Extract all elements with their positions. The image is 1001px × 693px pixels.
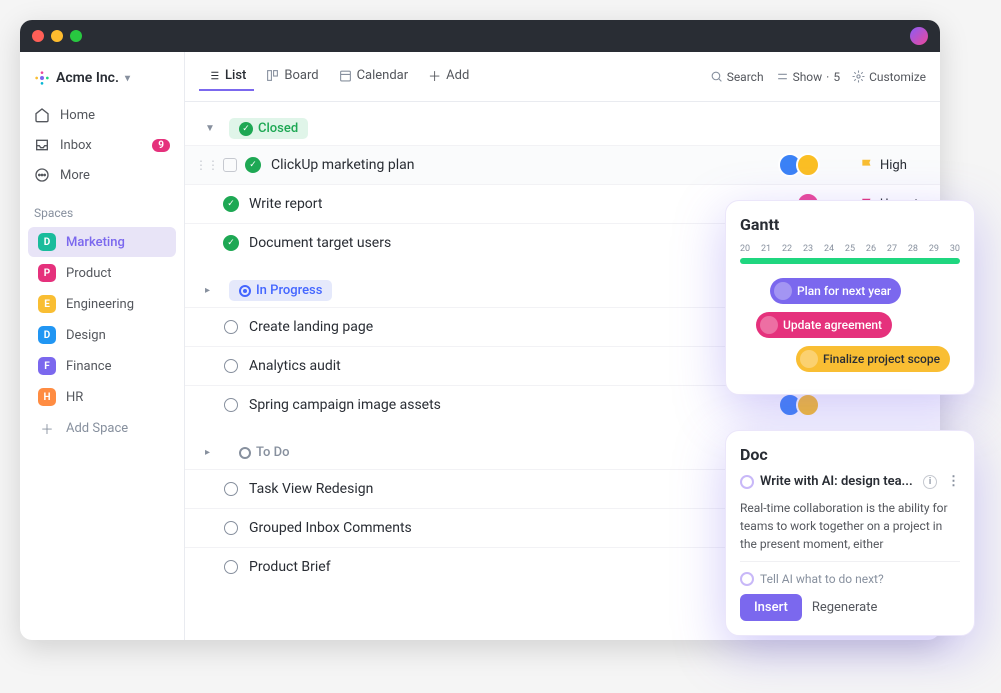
gantt-panel: Gantt 2021222324252627282930 Plan for ne…: [725, 200, 975, 395]
gear-icon: [852, 70, 865, 83]
sidebar: Acme Inc. ▾ Home Inbox 9 More Spaces D Ma…: [20, 52, 185, 640]
sliders-icon: [776, 70, 789, 83]
space-label: Finance: [66, 359, 111, 374]
logo-icon: [34, 70, 50, 86]
flag-icon: [860, 158, 874, 172]
spaces-label: Spaces: [20, 190, 184, 226]
priority-cell[interactable]: High: [860, 158, 930, 173]
tab-calendar[interactable]: Calendar: [331, 62, 417, 91]
avatar: [800, 350, 818, 368]
task-name: Product Brief: [249, 559, 802, 575]
search-button[interactable]: Search: [710, 70, 764, 84]
customize-button[interactable]: Customize: [852, 70, 926, 84]
status-pill[interactable]: In Progress: [229, 280, 332, 301]
tab-board[interactable]: Board: [258, 62, 326, 91]
sidebar-space-finance[interactable]: F Finance: [28, 351, 176, 381]
space-chip-icon: E: [38, 295, 56, 313]
nav-more[interactable]: More: [20, 160, 184, 190]
task-name: Analytics audit: [249, 358, 784, 374]
space-chip-icon: F: [38, 357, 56, 375]
chevron-down-icon: ▾: [125, 73, 130, 84]
task-name: Write report: [249, 196, 802, 212]
insert-button[interactable]: Insert: [740, 594, 802, 621]
gantt-bar[interactable]: Plan for next year: [770, 278, 901, 304]
info-icon[interactable]: i: [923, 475, 937, 489]
tab-list[interactable]: List: [199, 62, 254, 91]
task-name: Document target users: [249, 235, 784, 251]
collapse-icon[interactable]: ▼: [205, 123, 221, 134]
ai-prompt-input[interactable]: Tell AI what to do next?: [740, 561, 960, 594]
sidebar-space-marketing[interactable]: D Marketing: [28, 227, 176, 257]
gantt-title: Gantt: [740, 215, 960, 234]
collapse-icon[interactable]: ▸: [205, 447, 221, 458]
task-name: Create landing page: [249, 319, 802, 335]
more-icon[interactable]: ⋮: [947, 474, 960, 489]
task-name: ClickUp marketing plan: [271, 157, 784, 173]
avatar: [760, 316, 778, 334]
space-label: Engineering: [66, 297, 134, 312]
tab-add-view[interactable]: ＋ Add: [420, 60, 477, 93]
inbox-badge: 9: [152, 139, 170, 152]
status-group-header[interactable]: ▼ ✓Closed: [185, 112, 940, 145]
workspace-switcher[interactable]: Acme Inc. ▾: [20, 64, 184, 100]
board-icon: [266, 69, 279, 82]
space-chip-icon: H: [38, 388, 56, 406]
ai-icon: [740, 572, 754, 586]
view-toolbar: List Board Calendar ＋ Add Sear: [185, 52, 940, 102]
sidebar-space-hr[interactable]: H HR: [28, 382, 176, 412]
avatar[interactable]: [796, 393, 820, 417]
nav-home[interactable]: Home: [20, 100, 184, 130]
maximize-window-button[interactable]: [70, 30, 82, 42]
user-avatar[interactable]: [910, 27, 928, 45]
task-name: Grouped Inbox Comments: [249, 520, 784, 536]
space-label: Marketing: [66, 235, 125, 250]
sidebar-space-design[interactable]: D Design: [28, 320, 176, 350]
space-chip-icon: D: [38, 233, 56, 251]
space-chip-icon: P: [38, 264, 56, 282]
avatar[interactable]: [796, 153, 820, 177]
minimize-window-button[interactable]: [51, 30, 63, 42]
home-icon: [34, 107, 50, 123]
gantt-bar[interactable]: Update agreement: [756, 312, 892, 338]
gantt-bar[interactable]: Finalize project scope: [796, 346, 950, 372]
doc-ai-title: Write with AI: design tea...: [760, 474, 913, 489]
sidebar-space-product[interactable]: P Product: [28, 258, 176, 288]
task-name: Task View Redesign: [249, 481, 802, 497]
avatar: [774, 282, 792, 300]
close-window-button[interactable]: [32, 30, 44, 42]
plus-icon: ＋: [38, 419, 56, 438]
calendar-icon: [339, 69, 352, 82]
gantt-timeline: 2021222324252627282930: [740, 244, 960, 254]
gantt-progress-track: [740, 258, 960, 264]
show-button[interactable]: Show · 5: [776, 70, 841, 84]
status-pill[interactable]: ✓Closed: [229, 118, 308, 139]
collapse-icon[interactable]: ▸: [205, 285, 221, 296]
sidebar-space-engineering[interactable]: E Engineering: [28, 289, 176, 319]
task-checkbox[interactable]: [223, 158, 237, 172]
more-icon: [34, 167, 50, 183]
regenerate-button[interactable]: Regenerate: [812, 594, 878, 621]
space-chip-icon: D: [38, 326, 56, 344]
status-pill[interactable]: To Do: [229, 442, 300, 463]
drag-handle-icon[interactable]: ⋮⋮: [195, 158, 219, 172]
titlebar: [20, 20, 940, 52]
task-name: Spring campaign image assets: [249, 397, 784, 413]
doc-panel: Doc Write with AI: design tea... i ⋮ Rea…: [725, 430, 975, 636]
doc-body: Real-time collaboration is the ability f…: [740, 499, 960, 553]
traffic-lights: [32, 30, 82, 42]
nav-inbox[interactable]: Inbox 9: [20, 130, 184, 160]
space-label: Design: [66, 328, 106, 343]
workspace-name: Acme Inc.: [56, 70, 119, 86]
list-icon: [207, 69, 220, 82]
task-row[interactable]: ⋮⋮✓ClickUp marketing planHigh: [185, 145, 940, 184]
plus-icon: ＋: [428, 66, 441, 85]
doc-title: Doc: [740, 445, 960, 464]
ai-icon: [740, 475, 754, 489]
inbox-icon: [34, 137, 50, 153]
space-label: Product: [66, 266, 111, 281]
search-icon: [710, 70, 723, 83]
add-space-button[interactable]: ＋ Add Space: [28, 413, 176, 444]
space-label: HR: [66, 390, 83, 405]
